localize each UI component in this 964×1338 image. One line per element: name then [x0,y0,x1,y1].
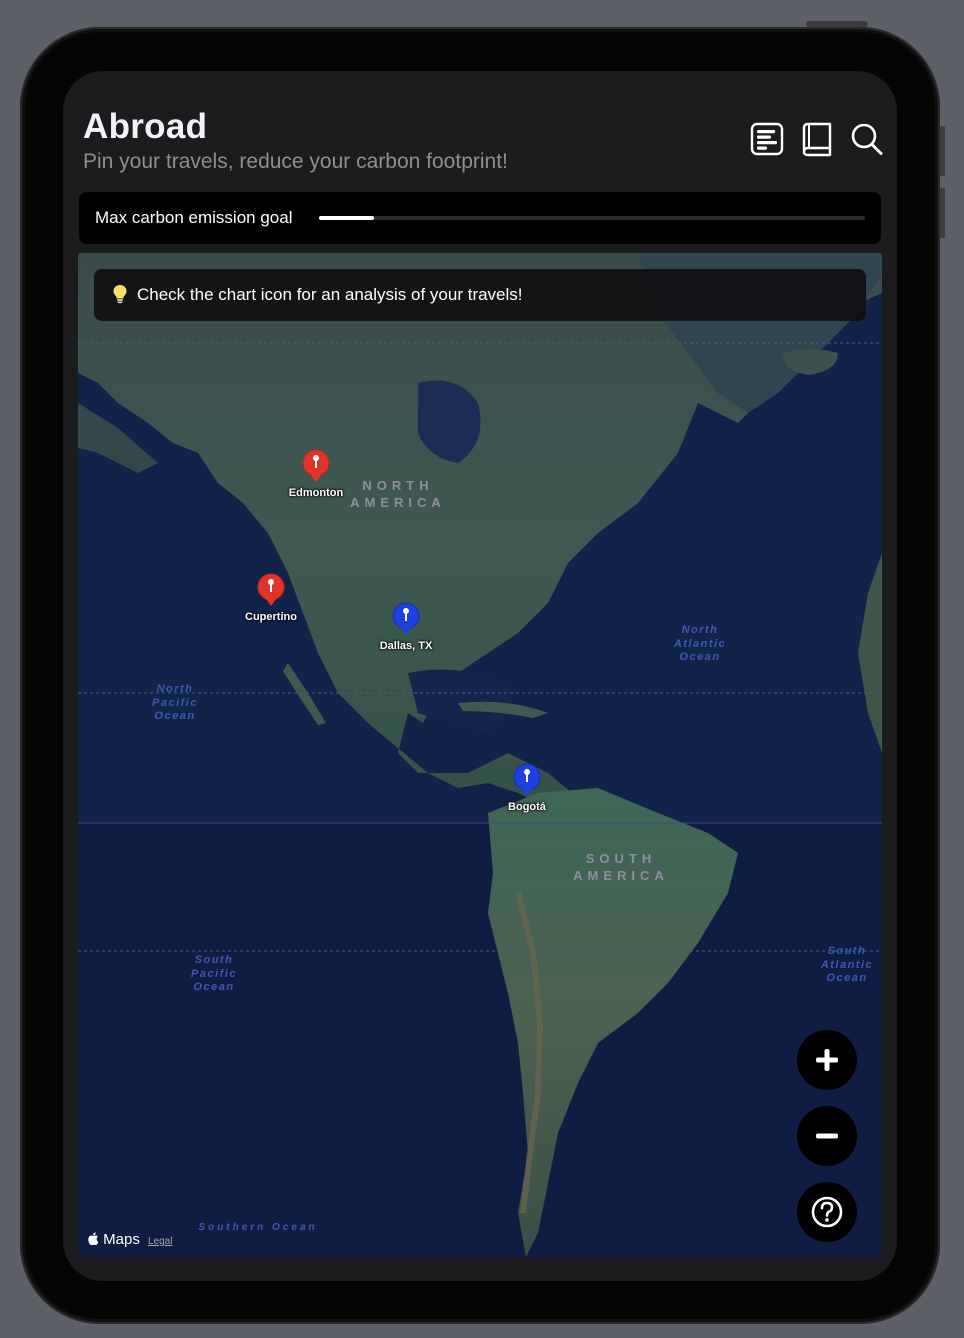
carbon-goal-slider-fill [319,216,374,220]
volume-up-button [940,126,945,176]
carbon-goal-slider[interactable] [319,216,865,220]
ocean-label-southern: Southern Ocean [198,1222,318,1233]
maps-attribution-text: Maps [103,1231,140,1248]
ocean-label-south-atlantic: South Atlantic Ocean [820,945,874,984]
page-subtitle: Pin your travels, reduce your carbon foo… [83,150,508,173]
ocean-label-south-pacific: South Pacific Ocean [191,954,237,993]
region-label-south-america: SOUTH AMERICA [573,851,669,883]
ocean-label-north-pacific: North Pacific Ocean [152,683,198,722]
zoom-in-button[interactable] [797,1030,857,1090]
volume-down-button [940,188,945,238]
map-view[interactable]: NORTH AMERICA SOUTH AMERICA North Pacifi… [78,253,882,1257]
tip-text: Check the chart icon for an analysis of … [137,285,523,304]
carbon-goal-label: Max carbon emission goal [95,208,293,227]
map-pin-dallas[interactable]: Dallas, TX [366,602,446,652]
search-icon[interactable] [850,121,884,157]
side-button-top [806,21,868,27]
question-icon [811,1196,843,1228]
plus-icon [816,1049,838,1071]
map-pin-bogota[interactable]: Bogotá [487,763,567,813]
map-pin-cupertino[interactable]: Cupertino [231,573,311,623]
page-title: Abroad [83,107,208,146]
apple-logo-icon [88,1231,103,1248]
tip-banner: Check the chart icon for an analysis of … [94,269,866,321]
lightbulb-icon [112,284,128,309]
legal-link[interactable]: Legal [148,1236,172,1247]
map-terrain [78,253,882,1257]
zoom-out-button[interactable] [797,1106,857,1166]
chart-icon[interactable] [750,121,784,157]
book-icon[interactable] [800,121,834,157]
maps-attribution[interactable]: Maps [88,1231,140,1248]
app-screen: Abroad Pin your travels, reduce your car… [63,71,897,1281]
ocean-label-north-atlantic: North Atlantic Ocean [673,624,727,663]
minus-icon [816,1133,838,1139]
carbon-goal-bar: Max carbon emission goal [79,192,881,244]
help-button[interactable] [797,1182,857,1242]
map-pin-edmonton[interactable]: Edmonton [276,449,356,499]
